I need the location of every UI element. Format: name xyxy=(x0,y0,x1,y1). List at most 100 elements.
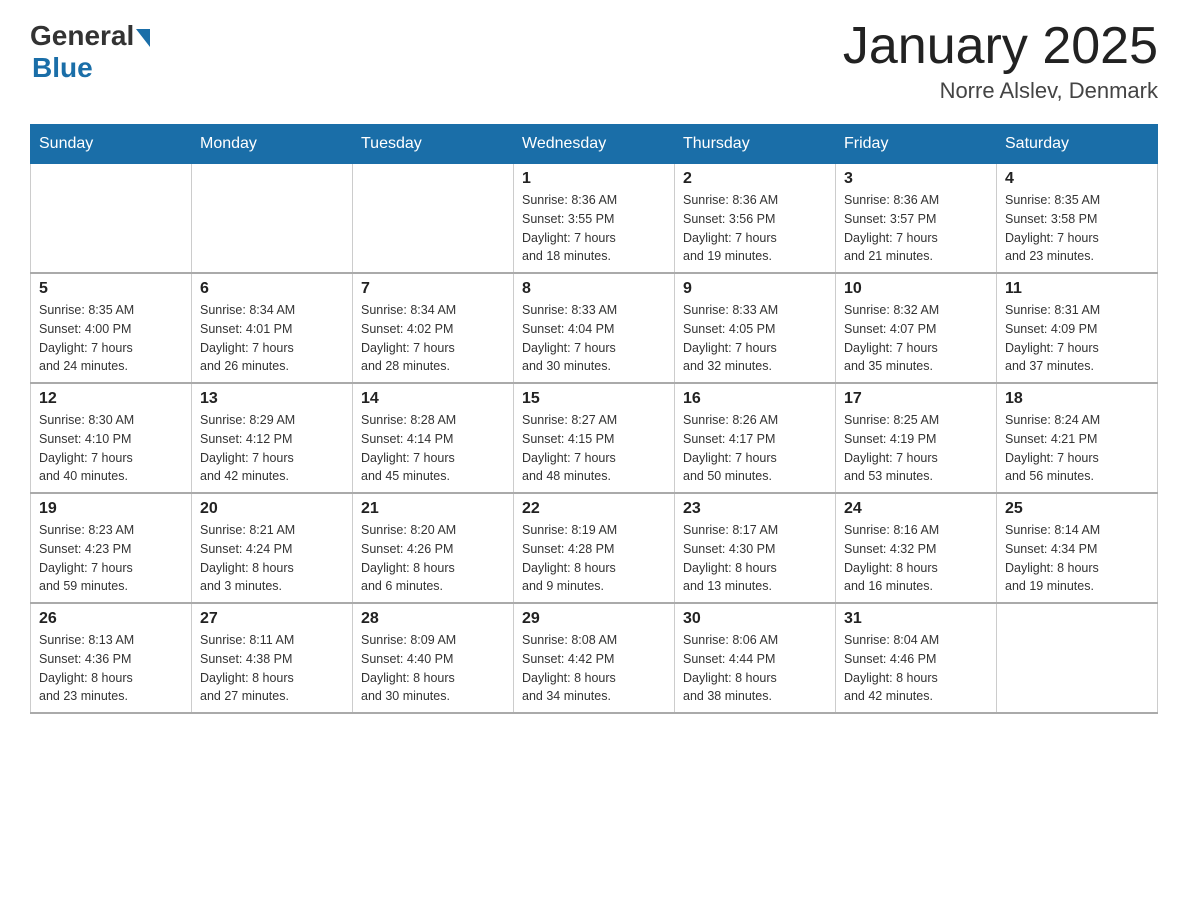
calendar-cell-5-7 xyxy=(997,603,1158,713)
calendar-cell-1-2 xyxy=(192,164,353,274)
calendar-header-monday: Monday xyxy=(192,125,353,164)
logo-blue-text: Blue xyxy=(32,52,93,84)
day-number: 26 xyxy=(39,610,183,628)
day-info: Sunrise: 8:20 AM Sunset: 4:26 PM Dayligh… xyxy=(361,521,505,596)
day-info: Sunrise: 8:33 AM Sunset: 4:04 PM Dayligh… xyxy=(522,301,666,376)
calendar-cell-3-2: 13 Sunrise: 8:29 AM Sunset: 4:12 PM Dayli… xyxy=(192,383,353,493)
calendar-cell-4-6: 24 Sunrise: 8:16 AM Sunset: 4:32 PM Dayli… xyxy=(836,493,997,603)
day-info: Sunrise: 8:34 AM Sunset: 4:02 PM Dayligh… xyxy=(361,301,505,376)
calendar-cell-3-6: 17Sunrise: 8:25 AM Sunset: 4:19 PM Dayli… xyxy=(836,383,997,493)
calendar-header-sunday: Sunday xyxy=(31,125,192,164)
day-number: 22 xyxy=(522,500,666,518)
calendar-cell-4-3: 21 Sunrise: 8:20 AM Sunset: 4:26 PM Dayli… xyxy=(353,493,514,603)
calendar-week-row-4: 19 Sunrise: 8:23 AM Sunset: 4:23 PM Dayli… xyxy=(31,493,1158,603)
calendar-cell-1-5: 2 Sunrise: 8:36 AM Sunset: 3:56 PM Daylig… xyxy=(675,164,836,274)
day-info: Sunrise: 8:36 AM Sunset: 3:55 PM Dayligh… xyxy=(522,191,666,266)
calendar-week-row-2: 5 Sunrise: 8:35 AM Sunset: 4:00 PM Daylig… xyxy=(31,273,1158,383)
calendar-cell-1-7: 4 Sunrise: 8:35 AM Sunset: 3:58 PM Daylig… xyxy=(997,164,1158,274)
calendar-cell-2-4: 8 Sunrise: 8:33 AM Sunset: 4:04 PM Daylig… xyxy=(514,273,675,383)
calendar-cell-2-6: 10 Sunrise: 8:32 AM Sunset: 4:07 PM Dayli… xyxy=(836,273,997,383)
day-number: 3 xyxy=(844,170,988,188)
day-number: 2 xyxy=(683,170,827,188)
day-info: Sunrise: 8:35 AM Sunset: 3:58 PM Dayligh… xyxy=(1005,191,1149,266)
logo: General Blue xyxy=(30,20,150,84)
calendar-header-row: SundayMondayTuesdayWednesdayThursdayFrid… xyxy=(31,125,1158,164)
calendar-cell-3-1: 12Sunrise: 8:30 AM Sunset: 4:10 PM Dayli… xyxy=(31,383,192,493)
day-number: 5 xyxy=(39,280,183,298)
calendar-cell-5-4: 29Sunrise: 8:08 AM Sunset: 4:42 PM Dayli… xyxy=(514,603,675,713)
day-number: 12 xyxy=(39,390,183,408)
calendar-cell-4-2: 20Sunrise: 8:21 AM Sunset: 4:24 PM Dayli… xyxy=(192,493,353,603)
day-number: 4 xyxy=(1005,170,1149,188)
calendar-cell-4-1: 19 Sunrise: 8:23 AM Sunset: 4:23 PM Dayli… xyxy=(31,493,192,603)
calendar-header-thursday: Thursday xyxy=(675,125,836,164)
day-number: 20 xyxy=(200,500,344,518)
day-number: 31 xyxy=(844,610,988,628)
calendar-cell-2-5: 9 Sunrise: 8:33 AM Sunset: 4:05 PM Daylig… xyxy=(675,273,836,383)
day-info: Sunrise: 8:27 AM Sunset: 4:15 PM Dayligh… xyxy=(522,411,666,486)
calendar-week-row-3: 12Sunrise: 8:30 AM Sunset: 4:10 PM Dayli… xyxy=(31,383,1158,493)
month-year-title: January 2025 xyxy=(843,20,1158,72)
day-number: 7 xyxy=(361,280,505,298)
calendar-cell-5-2: 27 Sunrise: 8:11 AM Sunset: 4:38 PM Dayli… xyxy=(192,603,353,713)
title-section: January 2025 Norre Alslev, Denmark xyxy=(843,20,1158,104)
calendar-cell-1-3 xyxy=(353,164,514,274)
day-info: Sunrise: 8:33 AM Sunset: 4:05 PM Dayligh… xyxy=(683,301,827,376)
day-info: Sunrise: 8:29 AM Sunset: 4:12 PM Dayligh… xyxy=(200,411,344,486)
day-info: Sunrise: 8:09 AM Sunset: 4:40 PM Dayligh… xyxy=(361,631,505,706)
day-number: 18 xyxy=(1005,390,1149,408)
day-info: Sunrise: 8:36 AM Sunset: 3:56 PM Dayligh… xyxy=(683,191,827,266)
day-number: 1 xyxy=(522,170,666,188)
day-number: 23 xyxy=(683,500,827,518)
day-number: 17 xyxy=(844,390,988,408)
day-number: 14 xyxy=(361,390,505,408)
calendar-cell-4-5: 23Sunrise: 8:17 AM Sunset: 4:30 PM Dayli… xyxy=(675,493,836,603)
calendar-week-row-1: 1 Sunrise: 8:36 AM Sunset: 3:55 PM Daylig… xyxy=(31,164,1158,274)
calendar-cell-3-5: 16Sunrise: 8:26 AM Sunset: 4:17 PM Dayli… xyxy=(675,383,836,493)
calendar-header-friday: Friday xyxy=(836,125,997,164)
calendar-table: SundayMondayTuesdayWednesdayThursdayFrid… xyxy=(30,124,1158,714)
day-number: 11 xyxy=(1005,280,1149,298)
day-number: 13 xyxy=(200,390,344,408)
calendar-header-tuesday: Tuesday xyxy=(353,125,514,164)
calendar-cell-4-7: 25Sunrise: 8:14 AM Sunset: 4:34 PM Dayli… xyxy=(997,493,1158,603)
day-info: Sunrise: 8:34 AM Sunset: 4:01 PM Dayligh… xyxy=(200,301,344,376)
day-number: 8 xyxy=(522,280,666,298)
location-subtitle: Norre Alslev, Denmark xyxy=(843,78,1158,104)
calendar-cell-5-6: 31 Sunrise: 8:04 AM Sunset: 4:46 PM Dayli… xyxy=(836,603,997,713)
calendar-cell-1-1 xyxy=(31,164,192,274)
day-info: Sunrise: 8:14 AM Sunset: 4:34 PM Dayligh… xyxy=(1005,521,1149,596)
calendar-cell-4-4: 22Sunrise: 8:19 AM Sunset: 4:28 PM Dayli… xyxy=(514,493,675,603)
day-number: 15 xyxy=(522,390,666,408)
day-number: 19 xyxy=(39,500,183,518)
calendar-cell-2-1: 5 Sunrise: 8:35 AM Sunset: 4:00 PM Daylig… xyxy=(31,273,192,383)
day-info: Sunrise: 8:23 AM Sunset: 4:23 PM Dayligh… xyxy=(39,521,183,596)
day-number: 27 xyxy=(200,610,344,628)
calendar-header-saturday: Saturday xyxy=(997,125,1158,164)
day-number: 21 xyxy=(361,500,505,518)
day-number: 10 xyxy=(844,280,988,298)
day-number: 28 xyxy=(361,610,505,628)
calendar-header-wednesday: Wednesday xyxy=(514,125,675,164)
day-info: Sunrise: 8:24 AM Sunset: 4:21 PM Dayligh… xyxy=(1005,411,1149,486)
calendar-cell-3-4: 15 Sunrise: 8:27 AM Sunset: 4:15 PM Dayli… xyxy=(514,383,675,493)
calendar-cell-3-3: 14Sunrise: 8:28 AM Sunset: 4:14 PM Dayli… xyxy=(353,383,514,493)
day-number: 9 xyxy=(683,280,827,298)
day-number: 16 xyxy=(683,390,827,408)
calendar-cell-5-5: 30Sunrise: 8:06 AM Sunset: 4:44 PM Dayli… xyxy=(675,603,836,713)
day-info: Sunrise: 8:04 AM Sunset: 4:46 PM Dayligh… xyxy=(844,631,988,706)
day-info: Sunrise: 8:16 AM Sunset: 4:32 PM Dayligh… xyxy=(844,521,988,596)
day-info: Sunrise: 8:32 AM Sunset: 4:07 PM Dayligh… xyxy=(844,301,988,376)
logo-general-text: General xyxy=(30,20,134,52)
calendar-cell-1-4: 1 Sunrise: 8:36 AM Sunset: 3:55 PM Daylig… xyxy=(514,164,675,274)
calendar-cell-3-7: 18 Sunrise: 8:24 AM Sunset: 4:21 PM Dayli… xyxy=(997,383,1158,493)
day-info: Sunrise: 8:35 AM Sunset: 4:00 PM Dayligh… xyxy=(39,301,183,376)
day-info: Sunrise: 8:11 AM Sunset: 4:38 PM Dayligh… xyxy=(200,631,344,706)
calendar-cell-5-1: 26Sunrise: 8:13 AM Sunset: 4:36 PM Dayli… xyxy=(31,603,192,713)
calendar-cell-2-3: 7 Sunrise: 8:34 AM Sunset: 4:02 PM Daylig… xyxy=(353,273,514,383)
day-number: 6 xyxy=(200,280,344,298)
day-info: Sunrise: 8:31 AM Sunset: 4:09 PM Dayligh… xyxy=(1005,301,1149,376)
day-number: 30 xyxy=(683,610,827,628)
day-number: 24 xyxy=(844,500,988,518)
day-info: Sunrise: 8:08 AM Sunset: 4:42 PM Dayligh… xyxy=(522,631,666,706)
